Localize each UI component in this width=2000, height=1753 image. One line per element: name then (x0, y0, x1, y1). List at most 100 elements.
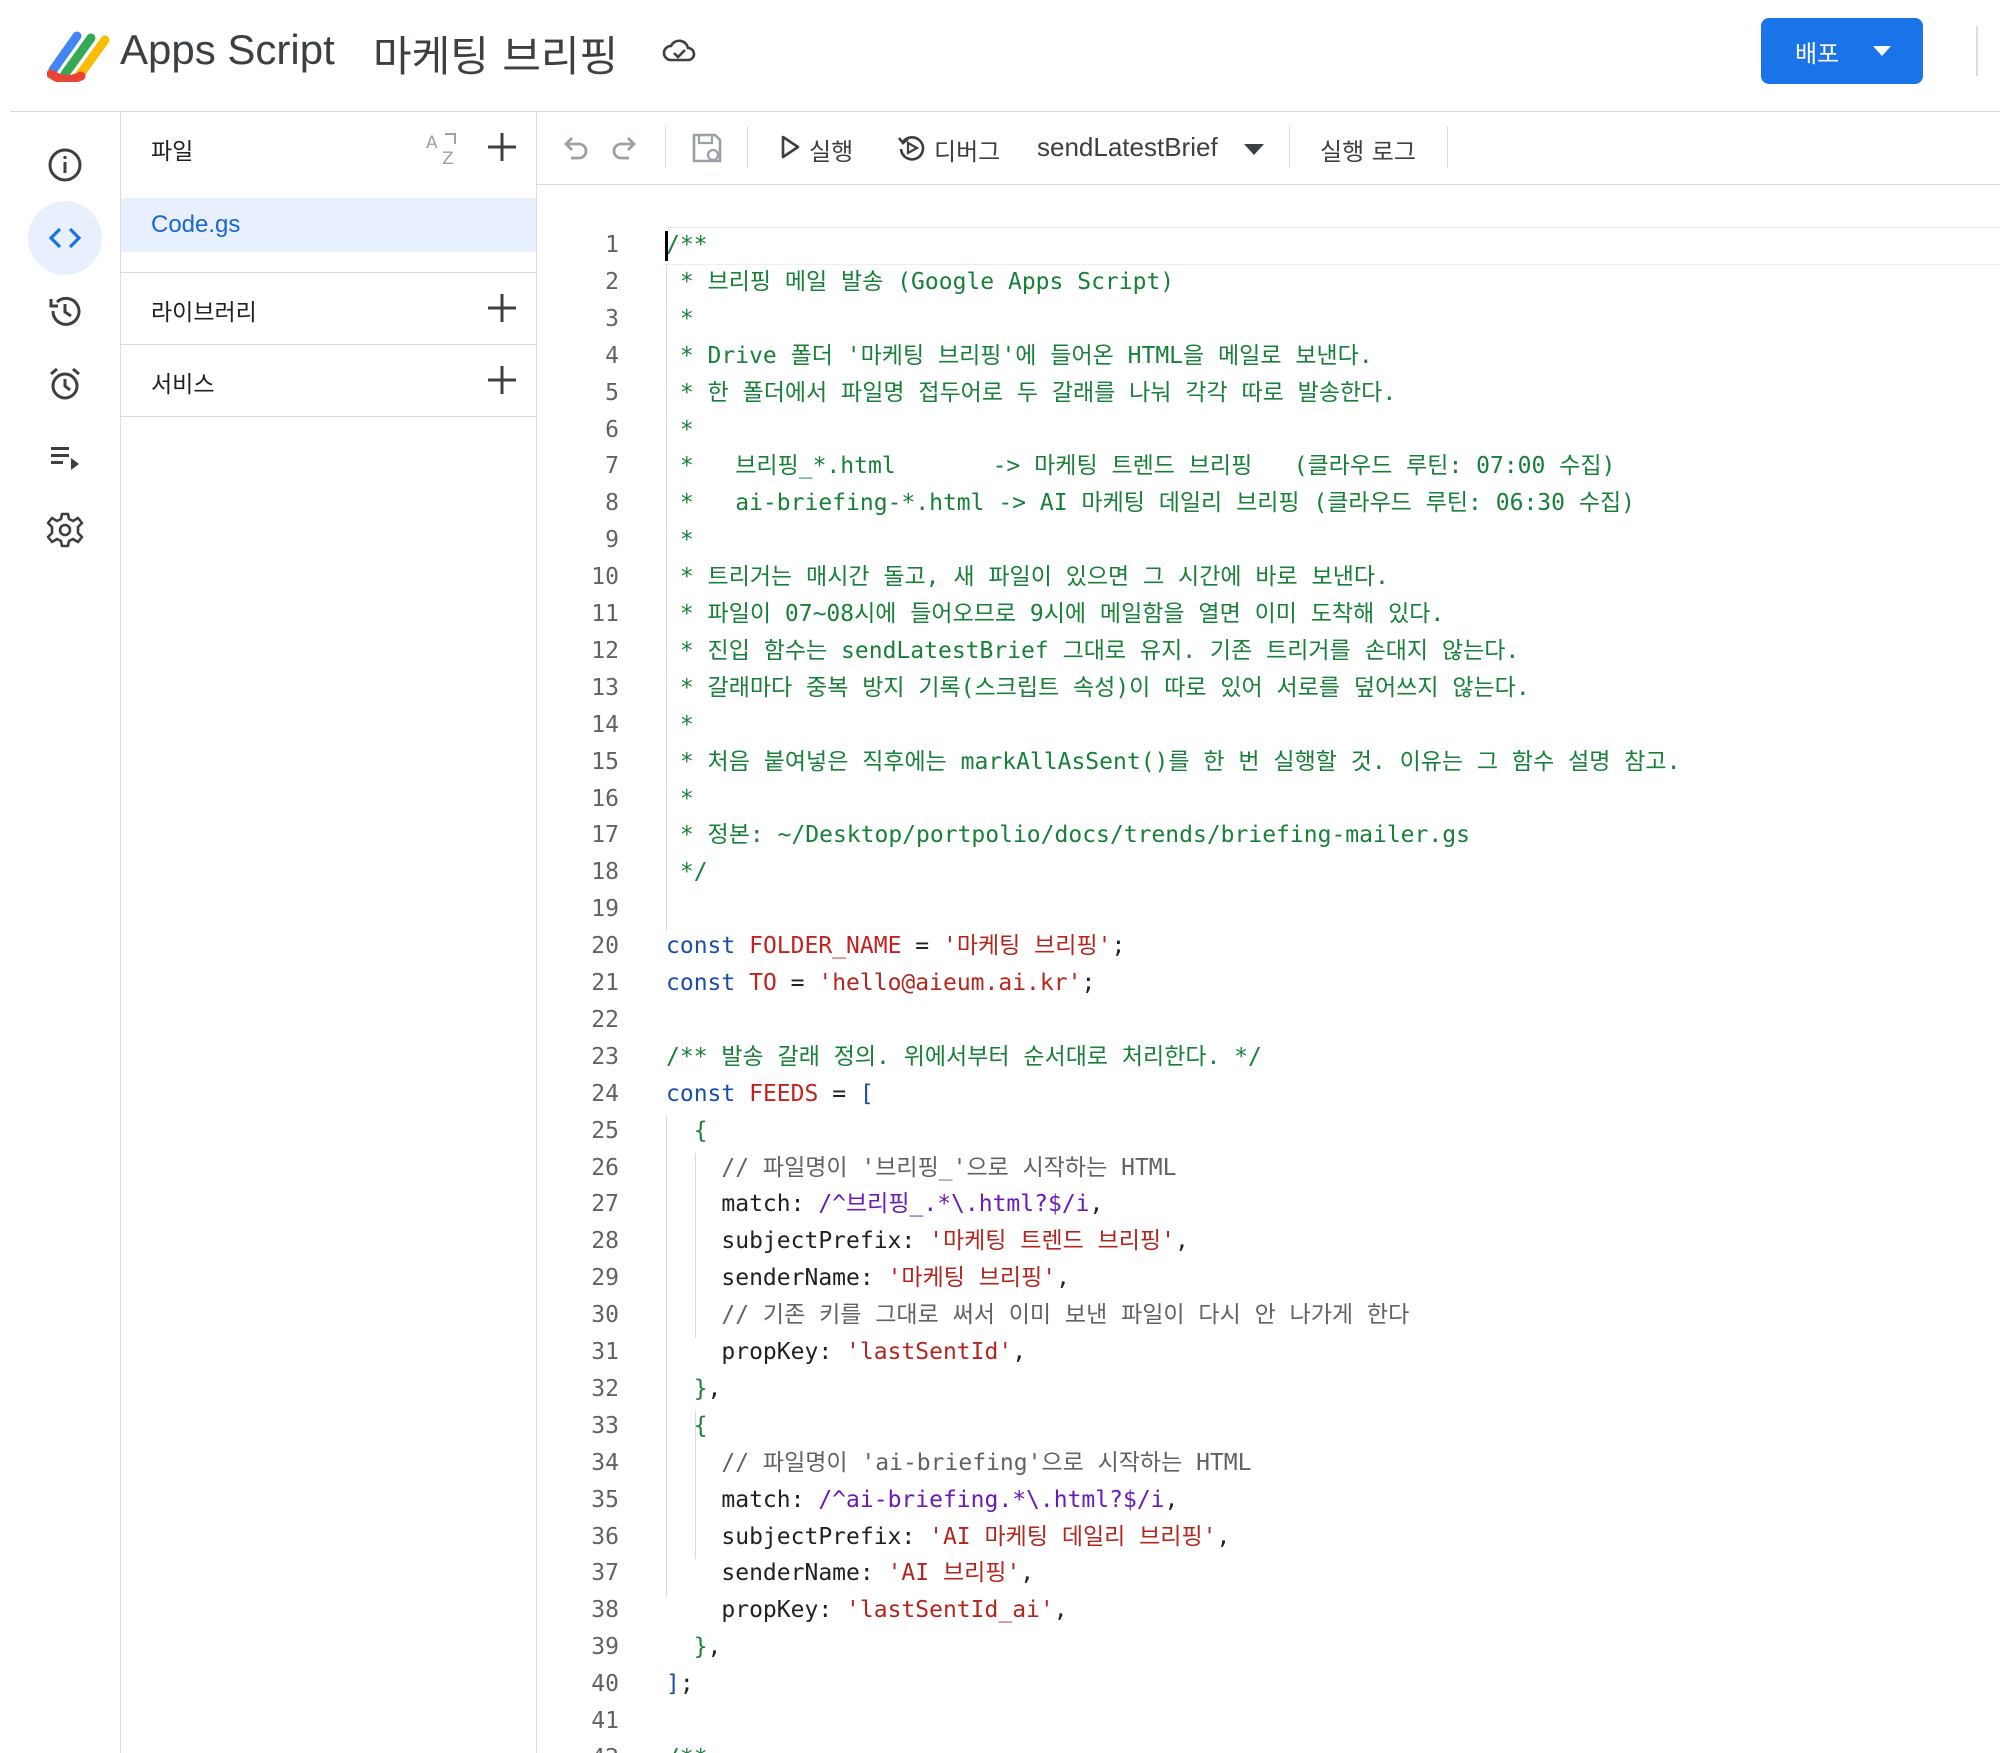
code-token: /** (666, 232, 708, 258)
line-number: 16 (591, 785, 619, 812)
code-text: match: /^브리핑_.*\.html?$/i, (666, 1186, 1103, 1223)
toolbar-divider (1289, 126, 1290, 168)
code-token: * (666, 785, 694, 812)
execution-log-button[interactable]: 실행 로그 (1320, 132, 1416, 167)
deploy-button[interactable]: 배포 (1761, 18, 1923, 84)
line-number: 17 (591, 822, 619, 849)
line-number: 11 (591, 601, 619, 627)
code-token: : (901, 1523, 930, 1550)
project-title[interactable]: 마케팅 브리핑 (373, 23, 618, 84)
code-token: * (666, 711, 694, 738)
code-text: * Drive 폴더 '마케팅 브리핑'에 들어온 HTML을 메일로 보낸다. (666, 338, 1373, 375)
code-token: 'AI 마케팅 데일리 브리핑' (929, 1523, 1217, 1550)
editor-toolbar: 실행 디버그 sendLatestBrief 실행 로그 (537, 112, 2000, 184)
code-text: const TO = 'hello@aieum.ai.kr'; (666, 965, 1095, 1002)
code-token: subjectPrefix (666, 1228, 902, 1255)
line-number: 6 (605, 416, 619, 443)
code-token: 'lastSentId' (846, 1339, 1013, 1365)
line-number: 33 (591, 1412, 619, 1439)
code-token: senderName (666, 1560, 860, 1587)
code-text: * (666, 301, 694, 338)
current-line-highlight (663, 227, 2000, 265)
code-text: senderName: '마케팅 브리핑', (666, 1260, 1070, 1297)
code-token: ; (679, 1671, 694, 1698)
code-token: : (859, 1560, 888, 1587)
code-editor[interactable]: 1/** 2 * 브리핑 메일 발송 (Google Apps Script) 3 … (537, 185, 2000, 1753)
line-number: 29 (591, 1265, 619, 1292)
code-token: = (818, 1080, 860, 1107)
line-number: 30 (591, 1302, 619, 1329)
run-button[interactable]: 실행 (777, 122, 871, 174)
code-text: */ (666, 854, 708, 891)
code-token: * 처음 붙여넣은 직후에는 markAllAsSent()를 한 번 실행할 … (666, 748, 1681, 775)
code-token: , (1164, 1486, 1179, 1513)
rail-triggers-button[interactable] (28, 347, 102, 421)
toolbar-divider (1447, 126, 1448, 168)
rail-history-button[interactable] (28, 274, 102, 348)
rail-overview-button[interactable] (28, 128, 102, 202)
add-service-icon[interactable] (485, 363, 519, 397)
code-token: } (666, 1634, 708, 1661)
code-token: , (1053, 1597, 1068, 1624)
code-token: // 파일명이 '브리핑_'으로 시작하는 HTML (666, 1154, 1177, 1181)
code-token: : (901, 1228, 930, 1255)
line-number: 15 (591, 748, 619, 775)
debug-button[interactable]: 디버그 (897, 122, 1027, 174)
code-token: ; (1111, 933, 1126, 960)
code-text: const FEEDS = [ (666, 1076, 874, 1113)
code-text: { (666, 1408, 708, 1445)
code-text: * (666, 412, 694, 449)
line-number: 22 (591, 1006, 619, 1033)
line-number: 35 (591, 1486, 619, 1513)
redo-icon[interactable] (607, 130, 643, 166)
rail-executions-button[interactable] (28, 420, 102, 494)
code-text: subjectPrefix: '마케팅 트렌드 브리핑', (666, 1223, 1189, 1260)
debug-label: 디버그 (934, 138, 1001, 166)
services-section: 서비스 (121, 345, 536, 415)
code-text: * 갈래마다 중복 방지 기록(스크립트 속성)이 따로 있어 서로를 덮어쓰지… (666, 670, 1530, 707)
line-number: 26 (591, 1154, 619, 1181)
code-token: '마케팅 브리핑' (887, 1265, 1057, 1292)
undo-icon[interactable] (557, 130, 593, 166)
code-token: FOLDER_NAME (749, 933, 902, 960)
code-icon (48, 227, 82, 249)
line-number: 12 (591, 637, 619, 664)
code-token: 'lastSentId_ai' (846, 1597, 1054, 1624)
line-number: 28 (591, 1228, 619, 1255)
add-library-icon[interactable] (485, 291, 519, 325)
libraries-label: 라이브러리 (151, 300, 257, 326)
code-token: * 브리핑 메일 발송 (Google Apps Script) (666, 268, 1175, 295)
files-section-header: 파일 A Z (121, 112, 536, 182)
code-text: propKey: 'lastSentId_ai', (666, 1592, 1068, 1629)
code-text: propKey: 'lastSentId', (666, 1334, 1026, 1371)
header-divider (1976, 26, 1978, 76)
add-file-icon[interactable] (485, 130, 519, 164)
rail-settings-button[interactable] (28, 493, 102, 567)
code-text: * 파일이 07~08시에 들어오므로 9시에 메일함을 열면 이미 도착해 있… (666, 596, 1444, 633)
line-number: 14 (591, 711, 619, 738)
function-select[interactable]: sendLatestBrief (1027, 122, 1267, 174)
line-number: 23 (591, 1043, 619, 1070)
libraries-section: 라이브러리 (121, 273, 536, 343)
info-icon (48, 148, 82, 182)
rail-editor-button[interactable] (28, 201, 102, 275)
sort-az-icon[interactable]: A Z (423, 128, 463, 168)
code-text: * (666, 781, 694, 818)
code-token: /^브리핑_.*\.html?$/i (818, 1191, 1090, 1218)
code-token: , (1174, 1228, 1189, 1255)
file-item-code-gs[interactable]: Code.gs (121, 198, 536, 252)
code-text: ]; (666, 1666, 694, 1703)
code-token: * (666, 416, 694, 443)
history-icon (49, 296, 81, 326)
code-token: , (1089, 1191, 1104, 1218)
apps-script-logo[interactable] (47, 30, 111, 82)
code-text: * 처음 붙여넣은 직후에는 markAllAsSent()를 한 번 실행할 … (666, 744, 1681, 781)
code-token: * 파일이 07~08시에 들어오므로 9시에 메일함을 열면 이미 도착해 있… (666, 601, 1445, 627)
code-token: '마케팅 브리핑' (942, 933, 1112, 960)
line-number: 24 (591, 1080, 619, 1107)
services-label: 서비스 (151, 372, 215, 398)
line-number: 39 (591, 1634, 619, 1661)
code-text: * 진입 함수는 sendLatestBrief 그대로 유지. 기존 트리거를… (666, 633, 1519, 670)
save-icon[interactable] (689, 130, 725, 166)
nav-rail (0, 112, 120, 1753)
